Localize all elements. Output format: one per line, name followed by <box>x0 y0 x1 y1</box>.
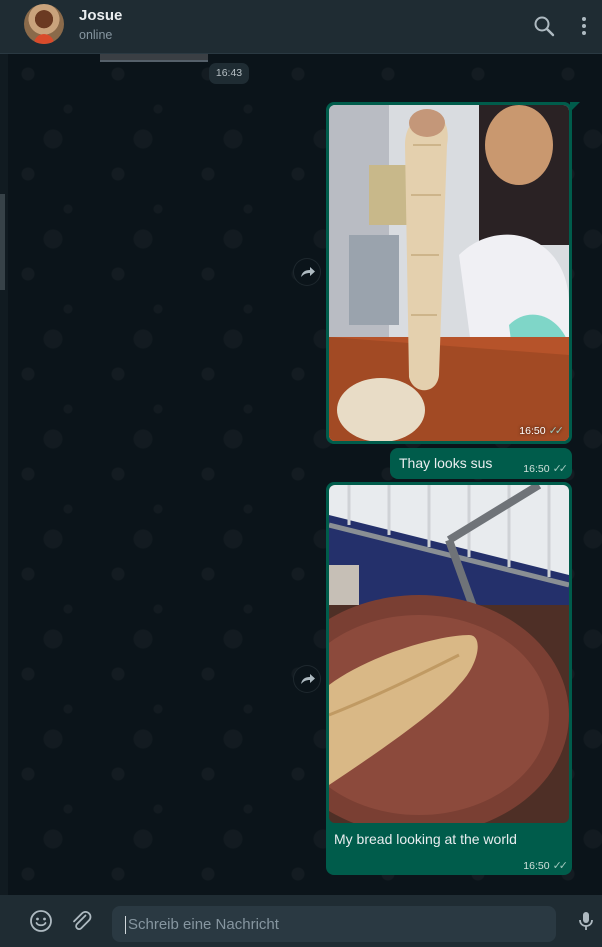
read-receipt-icon: ✓✓ <box>552 463 569 475</box>
forward-icon[interactable] <box>294 259 320 285</box>
microphone-icon[interactable] <box>574 909 598 933</box>
message-bubble-text[interactable]: Thay looks sus 16:50 ✓✓ <box>390 448 572 479</box>
previous-image[interactable] <box>100 54 208 62</box>
chat-header: Josue online <box>0 0 602 54</box>
read-receipt-icon: ✓✓ <box>548 425 565 437</box>
bread-photo-image <box>329 105 569 441</box>
scrollbar[interactable] <box>0 54 8 895</box>
message-list[interactable]: 16:43 16:50 ✓✓ Thay looks sus 16:50 ✓✓ M… <box>8 54 602 895</box>
message-input[interactable] <box>112 906 556 942</box>
message-meta: 16:50 ✓✓ <box>519 424 565 437</box>
message-meta: 16:50 ✓✓ <box>523 859 569 872</box>
message-bubble-image[interactable]: My bread looking at the world 16:50 ✓✓ <box>326 482 572 875</box>
read-receipt-icon: ✓✓ <box>552 860 569 872</box>
message-photo[interactable]: 16:50 ✓✓ <box>329 105 569 441</box>
contact-status: online <box>79 28 113 42</box>
bread-world-photo-image <box>329 485 569 823</box>
message-text: Thay looks sus <box>399 455 493 471</box>
message-time: 16:50 <box>523 463 550 475</box>
emoji-icon[interactable] <box>29 909 53 933</box>
composer-bar <box>0 895 602 947</box>
message-time: 16:50 <box>519 425 546 437</box>
search-icon[interactable] <box>532 14 556 38</box>
message-meta: 16:50 ✓✓ <box>523 462 569 475</box>
contact-name[interactable]: Josue <box>79 7 122 24</box>
message-caption: My bread looking at the world <box>334 831 517 847</box>
avatar[interactable] <box>24 4 64 44</box>
message-photo[interactable] <box>329 485 569 823</box>
message-time: 16:50 <box>523 860 550 872</box>
message-bubble-image[interactable]: 16:50 ✓✓ <box>326 102 580 444</box>
forward-icon[interactable] <box>294 666 320 692</box>
time-divider: 16:43 <box>209 63 249 84</box>
menu-dots-icon[interactable] <box>572 14 596 38</box>
text-caret <box>125 916 126 934</box>
attach-icon[interactable] <box>69 909 93 933</box>
